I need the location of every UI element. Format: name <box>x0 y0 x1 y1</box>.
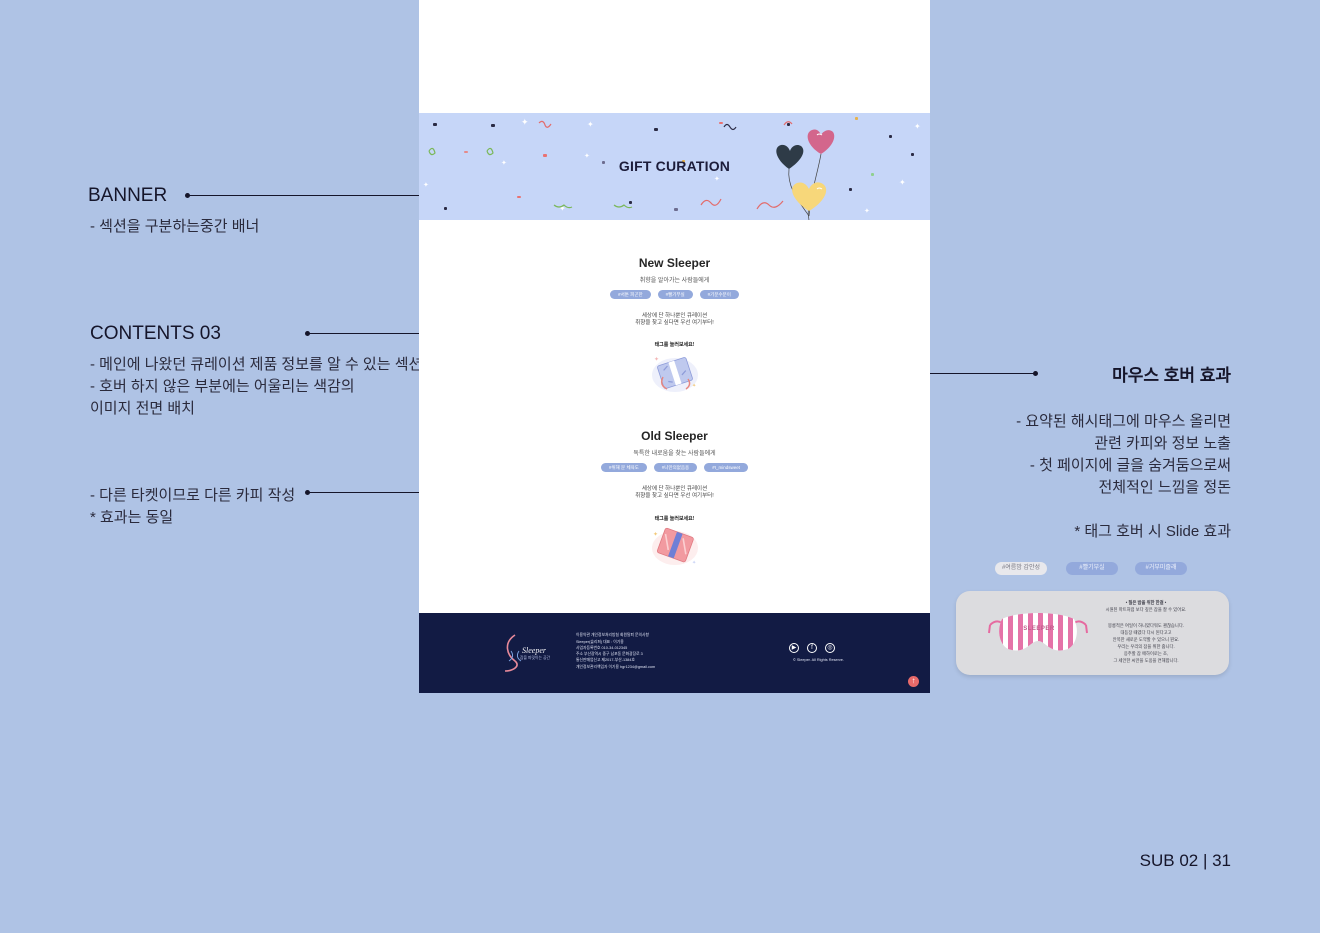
hover-annotation-line: 관련 카피와 정보 노출 <box>1094 435 1231 452</box>
hashtag-button[interactable]: #I_mindsweet <box>704 463 748 472</box>
hover-annotation-line: - 첫 페이지에 글을 숨겨둠으로써 <box>1029 457 1231 474</box>
hover-annotation-title: 마우스 호버 효과 <box>1112 366 1231 385</box>
hashtag-button[interactable]: #기분수분이 <box>699 290 739 299</box>
leader-line <box>308 492 419 493</box>
svg-text:✦: ✦ <box>423 181 429 189</box>
hashtag-pill-active[interactable]: #여름밤 감안성 <box>995 562 1047 575</box>
svg-text:✦: ✦ <box>899 178 906 187</box>
copyright-text: © Sleeper. All Rights Reserve. <box>793 658 844 662</box>
hover-annotation-note: * 태그 호버 시 Slide 효과 <box>1074 523 1231 540</box>
hover-slide-card[interactable]: SLEEPER • 질은 밤을 위한 한걸 • 시원된 마트처럼 보다 깊은 잠… <box>956 591 1229 675</box>
leader-line <box>930 373 1035 374</box>
svg-text:✦: ✦ <box>692 383 696 389</box>
instagram-icon[interactable]: ◎ <box>825 643 835 653</box>
section-copy-line: 세상에 단 하나뿐인 큐레이션 <box>641 313 708 319</box>
footer-info-line: 주소 부산광역시 중구 남포동 문화광장로 3 <box>576 652 643 656</box>
site-footer: Sleeper 잠을 파밋이는 공간 이용약관 개인정보처리방침 회원탈퇴 문의… <box>419 613 930 693</box>
banner-title: GIFT CURATION <box>618 158 731 174</box>
hashtag-pill[interactable]: #거부미즐래 <box>1135 562 1187 575</box>
section-copy: 세상에 단 하나뿐인 큐레이션 취향을 찾고 싶다면 우선 여기부터! <box>419 486 930 500</box>
heart-balloons-illustration <box>776 129 835 220</box>
section-title: Old Sleeper <box>641 429 708 443</box>
mask-text: SLEEPER <box>1023 626 1055 632</box>
card-text-line: 대등장 때였다 다시 된다고고 <box>1120 630 1172 635</box>
leader-line <box>308 333 419 334</box>
section-copy-line: 취향을 찾고 싶다면 우선 여기부터! <box>635 493 714 499</box>
contents-annotation-line: - 호버 하지 않은 부분에는 어울리는 색감의 <box>90 378 355 395</box>
svg-text:✦: ✦ <box>521 117 529 127</box>
logo-subtitle: 잠을 파밋이는 공간 <box>520 656 551 660</box>
footer-links[interactable]: 이용약관 개인정보처리방침 회원탈퇴 문의사항 <box>576 633 649 639</box>
svg-text:✦: ✦ <box>692 560 696 566</box>
section-copy: 세상에 단 하나뿐인 큐레이션 취향을 찾고 싶다면 우선 여기부터! <box>419 313 930 327</box>
hashtag-button[interactable]: #위해 문 체육도 <box>601 463 647 472</box>
section-copy-line: 세상에 단 하나뿐인 큐레이션 <box>641 486 708 492</box>
hover-annotation-line: - 요약된 해시태그에 마우스 올리면 <box>1016 413 1231 430</box>
hashtag-button[interactable]: #서툰 피곤한 <box>610 290 651 299</box>
card-text-line: 안목한 새로운 도약할 수 있으니 뭔요. <box>1112 637 1180 642</box>
hashtag-button[interactable]: #나만의없음용 <box>653 463 698 472</box>
contents-annotation-line: 이미지 전면 배치 <box>90 400 195 417</box>
card-text-line: 몽롱적은 여일이 하니였다워도 괜찮습니다. <box>1108 623 1184 628</box>
banner-annotation-text: - 섹션을 구분하는중간 배너 <box>90 218 260 235</box>
card-text-line: 시원된 마트처럼 보다 깊은 잠을 잘 수 있어요. <box>1105 607 1187 612</box>
hashtag-button[interactable]: #빨기부실 <box>657 290 693 299</box>
svg-text:✦: ✦ <box>714 175 720 183</box>
contents-annotation-line: - 메인에 나왔던 큐레이션 제품 정보를 알 수 있는 섹션 <box>90 356 423 373</box>
banner-annotation-title: BANNER <box>88 185 168 206</box>
facebook-icon[interactable]: f <box>807 643 817 653</box>
footer-info-line: 사업자등록번호 010-34-012345 <box>576 646 628 650</box>
card-text-line: 그 세안한 씨만을 도옹을 연해합니다. <box>1113 658 1179 663</box>
footer-info-line: Sleeper(슬리퍼) 대표 : 이기용 <box>576 640 624 644</box>
footer-info-line: 통신판매업신고 제2017-부산-1384호 <box>576 658 635 662</box>
gift-box-icon[interactable]: ✦ ✦ <box>648 520 702 568</box>
hashtag-pill[interactable]: #빨기부실 <box>1066 562 1118 575</box>
sleep-mask-image <box>988 613 1088 651</box>
svg-text:✦: ✦ <box>653 531 658 538</box>
logo-text: Sleeper <box>522 646 546 655</box>
section-title: New Sleeper <box>638 256 711 270</box>
section-subtitle: 취향을 알아가는 사람들에게 <box>639 278 710 284</box>
card-text-line: 응주할 잠 애하이로는 조, <box>1123 651 1169 656</box>
footer-info-line: 개인정보관리책임자 이기용 hgr1234@gmail.com <box>576 665 656 669</box>
youtube-icon[interactable]: ▶ <box>789 643 799 653</box>
card-text-line: • 질은 밤을 위한 한걸 • <box>1125 600 1167 605</box>
scroll-top-button[interactable]: ↑ <box>908 676 919 687</box>
ticket-annotation-line: * 효과는 동일 <box>90 509 174 526</box>
contents-annotation-title: CONTENTS 03 <box>90 323 221 344</box>
hashtag-list: #위해 문 체육도 #나만의없음용 #I_mindsweet <box>419 463 930 472</box>
ticket-annotation-line: - 다른 타켓이므로 다른 카피 작성 <box>90 487 296 504</box>
hashtag-list: #서툰 피곤한 #빨기부실 #기분수분이 <box>419 290 930 299</box>
svg-text:✦: ✦ <box>914 122 921 131</box>
gift-curation-banner: ✦ ✦ ✦ ✦ ✦ ✦ ✦ ✦ ✦ ✦ GIFT CURATION <box>419 113 930 220</box>
page-number: SUB 02 | 31 <box>1139 851 1231 870</box>
gift-box-icon[interactable]: ✦ ✦ <box>648 347 702 395</box>
leader-line <box>188 195 419 196</box>
svg-text:✦: ✦ <box>587 120 594 129</box>
page-mockup: ✦ ✦ ✦ ✦ ✦ ✦ ✦ ✦ ✦ ✦ GIFT CURATION New Sl… <box>419 0 930 693</box>
section-copy-line: 취향을 찾고 싶다면 우선 여기부터! <box>635 320 714 326</box>
svg-text:✦: ✦ <box>654 356 659 363</box>
svg-text:✦: ✦ <box>864 207 870 215</box>
section-subtitle: 독특한 내로움을 찾는 사람들에게 <box>633 451 716 457</box>
card-text-line: 우리는 우리의 잠을 위한 줍니다. <box>1117 644 1175 649</box>
hover-annotation-line: 전체적인 느낌을 정돈 <box>1098 479 1231 496</box>
